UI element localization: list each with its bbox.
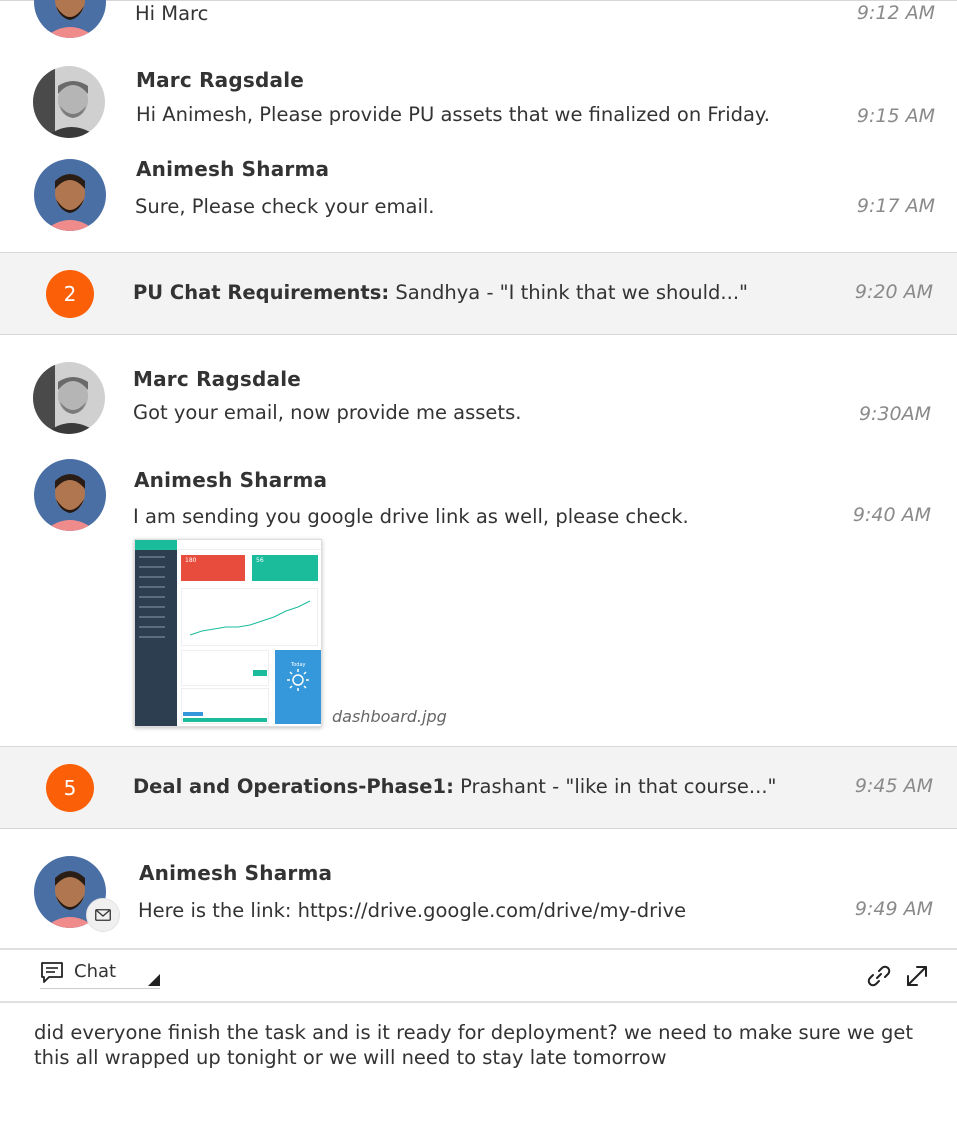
message-text[interactable]: Here is the link: https://drive.google.c… <box>138 899 686 922</box>
sender-name: Marc Ragsdale <box>133 367 302 391</box>
attachment-filename[interactable]: dashboard.jpg <box>332 707 447 726</box>
message-time: 9:30AM <box>858 403 931 425</box>
sender-name: Animesh Sharma <box>136 157 330 181</box>
expand-icon[interactable] <box>904 963 930 989</box>
sender-name: Marc Ragsdale <box>136 68 305 92</box>
thumb-logo <box>135 540 177 550</box>
sender-name: Animesh Sharma <box>134 468 328 492</box>
avatar-animesh[interactable] <box>34 459 106 531</box>
message-composer[interactable]: did everyone finish the task and is it r… <box>34 1020 934 1070</box>
attachment-thumbnail[interactable]: 180 56 Today <box>134 539 322 727</box>
message-text: Got your email, now provide me assets. <box>133 401 522 424</box>
avatar-animesh-image <box>34 159 106 231</box>
thumb-weather-card: Today <box>275 650 321 724</box>
message-text: Sure, Please check your email. <box>135 195 435 218</box>
avatar-marc[interactable] <box>33 66 105 138</box>
top-divider <box>0 0 957 1</box>
avatar-animesh[interactable] <box>34 0 106 38</box>
group-preview: Deal and Operations-Phase1: Prashant - "… <box>133 775 777 798</box>
message-time: 9:17 AM <box>856 195 935 217</box>
thumb-line-chart <box>181 588 318 646</box>
avatar-animesh[interactable] <box>34 159 106 231</box>
message-time: 9:49 AM <box>854 898 933 920</box>
message-text: Hi Animesh, Please provide PU assets tha… <box>136 103 770 126</box>
dropdown-arrow-icon <box>148 974 160 986</box>
chat-bubble-icon <box>41 962 63 983</box>
group-last-message: Sandhya - "I think that we should..." <box>389 281 748 304</box>
message-time: 9:12 AM <box>856 2 935 24</box>
mail-status-badge <box>86 898 120 932</box>
avatar-marc-image <box>33 362 105 434</box>
channel-label: Chat <box>74 961 117 982</box>
composer-toolbar: Chat <box>0 948 957 1003</box>
thumb-sidebar <box>135 540 177 726</box>
group-chat-row[interactable]: 5 Deal and Operations-Phase1: Prashant -… <box>0 746 957 829</box>
group-time: 9:20 AM <box>854 281 933 303</box>
group-last-message: Prashant - "like in that course..." <box>453 775 777 798</box>
group-time: 9:45 AM <box>854 775 933 797</box>
group-preview: PU Chat Requirements: Sandhya - "I think… <box>133 281 748 304</box>
thumb-green-card: 56 <box>252 555 318 581</box>
mail-icon <box>95 909 111 921</box>
group-title: PU Chat Requirements: <box>133 281 390 304</box>
channel-dropdown[interactable]: Chat <box>40 959 160 989</box>
avatar-animesh-image <box>34 459 106 531</box>
unread-count-badge: 5 <box>46 764 94 812</box>
message-time: 9:15 AM <box>856 105 935 127</box>
group-title: Deal and Operations-Phase1: <box>133 775 454 798</box>
message-text: Hi Marc <box>135 2 209 25</box>
avatar-animesh-image <box>34 0 106 38</box>
message-text: I am sending you google drive link as we… <box>133 505 689 528</box>
group-chat-row[interactable]: 2 PU Chat Requirements: Sandhya - "I thi… <box>0 252 957 335</box>
avatar-marc-image <box>33 66 105 138</box>
link-icon[interactable] <box>866 963 892 989</box>
unread-count-badge: 2 <box>46 270 94 318</box>
thumb-red-card: 180 <box>181 555 245 581</box>
message-time: 9:40 AM <box>852 504 931 526</box>
avatar-marc[interactable] <box>33 362 105 434</box>
sender-name: Animesh Sharma <box>139 861 333 885</box>
